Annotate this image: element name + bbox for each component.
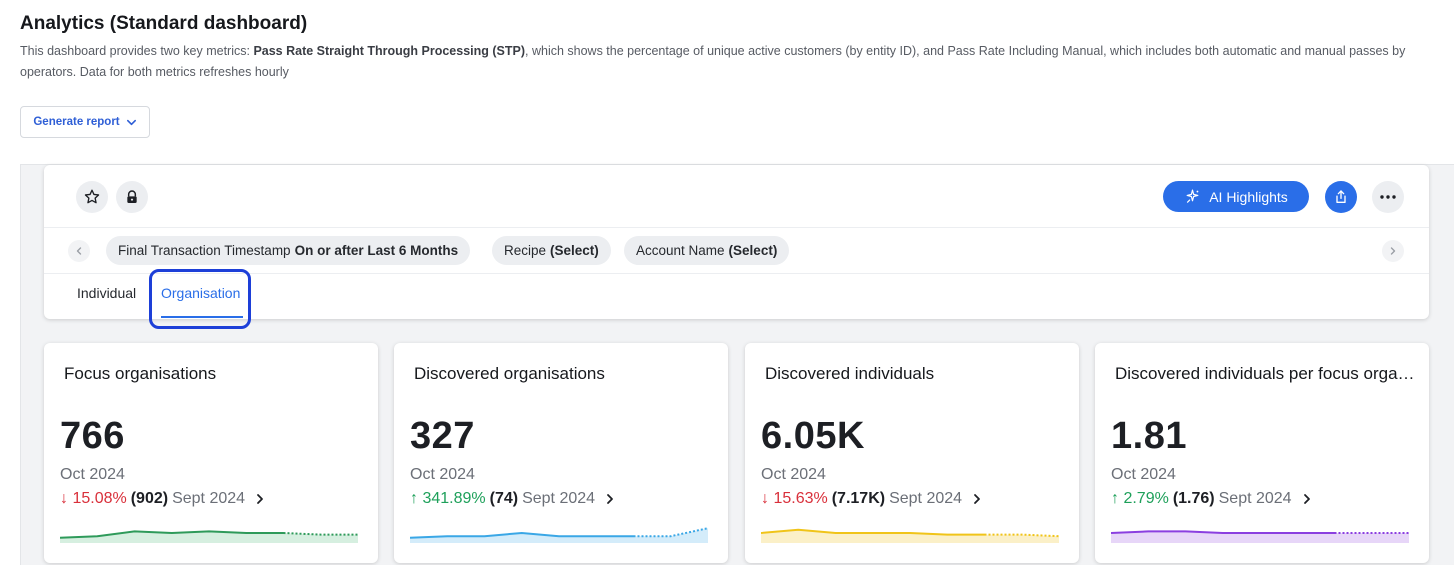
filter-chip-value: (Select) [728, 243, 778, 258]
chevron-down-icon [126, 119, 136, 125]
star-icon [84, 189, 100, 204]
metric-card-discovered-organisations[interactable]: Discovered organisations 327 Oct 2024 ↑ 341… [394, 343, 728, 563]
sparkle-icon [1186, 189, 1199, 203]
tab-individual[interactable]: Individual [77, 285, 136, 301]
arrow-down-icon: ↓ [761, 490, 769, 507]
filter-scroll-right[interactable] [1382, 240, 1404, 262]
ai-highlights-button[interactable]: AI Highlights [1163, 181, 1309, 212]
card-title: Discovered individuals per focus organis… [1115, 364, 1415, 383]
description-text: This dashboard provides two key metrics: [20, 44, 254, 58]
tab-organisation[interactable]: Organisation [161, 285, 240, 301]
filter-chip-name: Final Transaction Timestamp [118, 243, 291, 258]
chevron-right-icon [974, 494, 980, 504]
page-description: This dashboard provides two key metrics:… [20, 41, 1454, 83]
change-indicator: ↓ 15.08% [60, 490, 127, 508]
dashboard-header-panel: AI Highlights Final Transaction Timestam… [44, 165, 1429, 319]
more-options-button[interactable] [1372, 181, 1404, 213]
card-period: Oct 2024 [410, 466, 475, 483]
filter-chip-account-name[interactable]: Account Name (Select) [624, 236, 790, 265]
card-change-comparison[interactable]: ↑ 341.89% (74) Sept 2024 [410, 490, 617, 508]
change-indicator: ↑ 341.89% [410, 490, 486, 508]
previous-period: Sept 2024 [889, 490, 963, 507]
card-title: Discovered individuals [765, 364, 935, 383]
previous-value: (902) [130, 490, 169, 507]
generate-report-label: Generate report [33, 116, 120, 128]
previous-period: Sept 2024 [172, 490, 246, 507]
chevron-right-icon [607, 494, 613, 504]
arrow-down-icon: ↓ [60, 490, 68, 507]
card-title: Discovered organisations [414, 364, 605, 383]
sparkline-area [60, 531, 358, 543]
filter-chip-recipe[interactable]: Recipe (Select) [492, 236, 611, 265]
metric-card-discovered-individuals[interactable]: Discovered individuals 6.05K Oct 2024 ↓ 15.… [745, 343, 1079, 563]
filter-scroll-left[interactable] [68, 240, 90, 262]
card-change-comparison[interactable]: ↓ 15.63% (7.17K) Sept 2024 [761, 490, 984, 508]
sparkline-chart [761, 528, 1059, 543]
previous-value: (7.17K) [831, 490, 886, 507]
arrow-up-icon: ↑ [1111, 490, 1119, 507]
card-value: 1.81 [1111, 415, 1187, 457]
card-title: Focus organisations [64, 364, 217, 383]
filter-chip-final-transaction-timestamp[interactable]: Final Transaction Timestamp On or after L… [106, 236, 471, 265]
card-period: Oct 2024 [60, 466, 125, 483]
card-period: Oct 2024 [1111, 466, 1176, 483]
filter-chip-name: Account Name [636, 243, 725, 258]
chevron-left-icon [76, 247, 82, 255]
filter-bar: Final Transaction Timestamp On or after L… [44, 227, 1429, 274]
change-percent: 15.08% [72, 490, 127, 507]
ai-highlights-label: AI Highlights [1209, 188, 1288, 205]
generate-report-button[interactable]: Generate report [20, 106, 150, 138]
lock-icon [127, 190, 137, 203]
change-percent: 2.79% [1123, 490, 1169, 507]
change-indicator: ↓ 15.63% [761, 490, 828, 508]
share-button[interactable] [1325, 181, 1357, 213]
previous-value: (74) [489, 490, 519, 507]
lock-button[interactable] [116, 181, 148, 213]
change-indicator: ↑ 2.79% [1111, 490, 1169, 508]
page-title: Analytics (Standard dashboard) [20, 13, 308, 34]
sparkline-chart [1111, 530, 1409, 543]
metric-card-discovered-individuals-per-focus[interactable]: Discovered individuals per focus organis… [1095, 343, 1429, 563]
card-value: 327 [410, 415, 475, 457]
more-icon [1380, 195, 1396, 199]
sparkline-area [761, 529, 1059, 543]
card-change-comparison[interactable]: ↑ 2.79% (1.76) Sept 2024 [1111, 490, 1314, 508]
sparkline-chart [410, 527, 708, 543]
filter-chip-value: (Select) [550, 243, 599, 258]
chevron-right-icon [257, 494, 263, 504]
metric-card-focus-organisations[interactable]: Focus organisations 766 Oct 2024 ↓ 15.08% (9… [44, 343, 378, 563]
previous-period: Sept 2024 [522, 490, 596, 507]
filter-chip-name: Recipe [504, 243, 547, 258]
card-value: 6.05K [761, 415, 865, 457]
share-icon [1336, 190, 1346, 203]
card-change-comparison[interactable]: ↓ 15.08% (902) Sept 2024 [60, 490, 267, 508]
previous-value: (1.76) [1172, 490, 1215, 507]
change-percent: 341.89% [422, 490, 486, 507]
change-percent: 15.63% [773, 490, 828, 507]
chevron-right-icon [1303, 494, 1310, 504]
card-period: Oct 2024 [761, 466, 826, 483]
active-tab-indicator [161, 316, 243, 318]
favorite-button[interactable] [76, 181, 108, 213]
chevron-right-icon [1390, 247, 1396, 255]
arrow-up-icon: ↑ [410, 490, 418, 507]
card-value: 766 [60, 415, 125, 457]
sparkline-chart [60, 530, 358, 543]
filter-chip-value: On or after Last 6 Months [294, 243, 459, 258]
description-highlight: Pass Rate Straight Through Processing (S… [253, 44, 526, 58]
previous-period: Sept 2024 [1218, 490, 1292, 507]
